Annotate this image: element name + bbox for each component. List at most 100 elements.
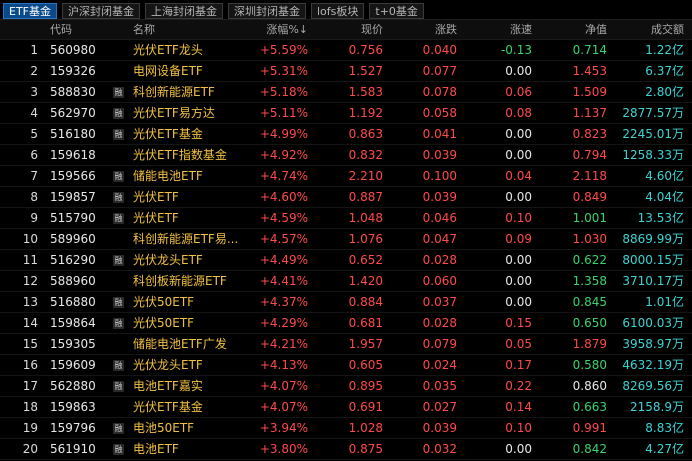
price: 0.681: [348, 316, 383, 330]
speed: 0.08: [505, 106, 532, 120]
fund-code: 515790: [50, 211, 96, 225]
change: 0.079: [422, 337, 457, 351]
fund-code: 159857: [50, 190, 96, 204]
table-row[interactable]: 5 516180 光伏ETF基金 +4.99% 0.863 0.041 0.00 0.823 2…: [0, 124, 692, 145]
volume: 4.27亿: [645, 442, 684, 456]
price: 0.691: [348, 400, 383, 414]
nav: 0.650: [572, 316, 607, 330]
table-row[interactable]: 1 560980 光伏ETF龙头 +5.59% 0.756 0.040 -0.13 0.714…: [0, 40, 692, 61]
table-row[interactable]: 15 159305 储能电池ETF广发 +4.21% 1.957 0.079 0.05 1.8…: [0, 334, 692, 355]
row-index: 20: [22, 442, 38, 456]
price: 0.895: [348, 379, 383, 393]
row-index: 14: [22, 316, 38, 330]
row-index: 8: [30, 190, 38, 204]
fund-code: 589960: [50, 232, 96, 246]
volume: 6.37亿: [645, 64, 684, 78]
header-code[interactable]: 代码: [50, 20, 72, 39]
fund-code: 159609: [50, 358, 96, 372]
table-row[interactable]: 6 159618 光伏ETF指数基金 +4.92% 0.832 0.039 0.00 0.79…: [0, 145, 692, 166]
change-pct: +5.18%: [259, 85, 308, 99]
row-index: 17: [22, 379, 38, 393]
header-change-pct[interactable]: 涨幅%↓: [240, 20, 308, 39]
table-row[interactable]: 17 562880 电池ETF嘉实 +4.07% 0.895 0.035 0.22 0.860…: [0, 376, 692, 397]
header-name[interactable]: 名称: [133, 20, 155, 39]
change: 0.035: [422, 379, 457, 393]
volume: 3958.97万: [622, 337, 684, 351]
nav: 2.118: [572, 169, 607, 183]
volume: 3710.17万: [622, 274, 684, 288]
table-row[interactable]: 12 588960 科创板新能源ETF +4.41% 1.420 0.060 0.00 1.3…: [0, 271, 692, 292]
nav: 0.714: [572, 43, 607, 57]
fund-code: 588960: [50, 274, 96, 288]
price: 0.756: [348, 43, 383, 57]
change-pct: +4.07%: [259, 379, 308, 393]
volume: 8269.56万: [622, 379, 684, 393]
speed: 0.00: [505, 64, 532, 78]
change-pct: +4.37%: [259, 295, 308, 309]
table-row[interactable]: 7 159566 储能电池ETF +4.74% 2.210 0.100 0.04 2.118 4…: [0, 166, 692, 187]
fund-code: 159796: [50, 421, 96, 435]
table-row[interactable]: 11 516290 光伏龙头ETF +4.49% 0.652 0.028 0.00 0.622…: [0, 250, 692, 271]
change: 0.039: [422, 148, 457, 162]
price: 1.420: [348, 274, 383, 288]
nav: 0.991: [572, 421, 607, 435]
margin-badge: 融: [113, 87, 124, 98]
volume: 4.04亿: [645, 190, 684, 204]
table-row[interactable]: 8 159857 光伏ETF +4.60% 0.887 0.039 0.00 0.849 4.0…: [0, 187, 692, 208]
margin-badge: 融: [113, 108, 124, 119]
table-row[interactable]: 16 159609 光伏龙头ETF +4.13% 0.605 0.024 0.17 0.580…: [0, 355, 692, 376]
fund-code: 159305: [50, 337, 96, 351]
header-speed[interactable]: 涨速: [460, 20, 532, 39]
fund-code: 516880: [50, 295, 96, 309]
table-row[interactable]: 13 516880 光伏50ETF +4.37% 0.884 0.037 0.00 0.845…: [0, 292, 692, 313]
price: 0.887: [348, 190, 383, 204]
volume: 1.22亿: [645, 43, 684, 57]
header-volume[interactable]: 成交额: [610, 20, 684, 39]
tab-2[interactable]: 上海封闭基金: [145, 3, 223, 19]
row-index: 9: [30, 211, 38, 225]
change-pct: +4.60%: [259, 190, 308, 204]
table-row[interactable]: 4 562970 光伏ETF易方达 +5.11% 1.192 0.058 0.08 1.137…: [0, 103, 692, 124]
row-index: 6: [30, 148, 38, 162]
volume: 4.60亿: [645, 169, 684, 183]
row-index: 1: [30, 43, 38, 57]
change: 0.041: [422, 127, 457, 141]
header-change[interactable]: 涨跌: [390, 20, 457, 39]
tab-0[interactable]: ETF基金: [3, 3, 57, 19]
nav: 0.663: [572, 400, 607, 414]
table-row[interactable]: 10 589960 科创新能源ETF易... +4.57% 1.076 0.047 0.09…: [0, 229, 692, 250]
tab-1[interactable]: 沪深封闭基金: [62, 3, 140, 19]
change-pct: +4.92%: [259, 148, 308, 162]
table-row[interactable]: 9 515790 光伏ETF +4.59% 1.048 0.046 0.10 1.001 13.…: [0, 208, 692, 229]
table-row[interactable]: 18 159863 光伏ETF基金 +4.07% 0.691 0.027 0.14 0.663…: [0, 397, 692, 418]
price: 1.527: [348, 64, 383, 78]
tab-5[interactable]: t+0基金: [369, 3, 424, 19]
row-index: 3: [30, 85, 38, 99]
table-row[interactable]: 2 159326 电网设备ETF +5.31% 1.527 0.077 0.00 1.453 6…: [0, 61, 692, 82]
table-row[interactable]: 14 159864 光伏50ETF +4.29% 0.681 0.028 0.15 0.650…: [0, 313, 692, 334]
speed: 0.00: [505, 274, 532, 288]
change-pct: +4.07%: [259, 400, 308, 414]
margin-badge: 融: [113, 192, 124, 203]
nav: 0.580: [572, 358, 607, 372]
change-pct: +4.49%: [259, 253, 308, 267]
price: 1.028: [348, 421, 383, 435]
change-pct: +4.41%: [259, 274, 308, 288]
volume: 2158.9万: [630, 400, 684, 414]
tab-3[interactable]: 深圳封闭基金: [228, 3, 306, 19]
change-pct: +3.94%: [259, 421, 308, 435]
speed: 0.17: [505, 358, 532, 372]
table-row[interactable]: 20 561910 电池ETF +3.80% 0.875 0.032 0.00 0.842 4.…: [0, 439, 692, 460]
nav: 1.509: [572, 85, 607, 99]
table-row[interactable]: 19 159796 电池50ETF +3.94% 1.028 0.039 0.10 0.991…: [0, 418, 692, 439]
volume: 1258.33万: [622, 148, 684, 162]
header-nav[interactable]: 净值: [540, 20, 607, 39]
fund-code: 159864: [50, 316, 96, 330]
header-price[interactable]: 现价: [310, 20, 383, 39]
speed: 0.00: [505, 295, 532, 309]
row-index: 13: [22, 295, 38, 309]
nav: 0.842: [572, 442, 607, 456]
change-pct: +5.59%: [259, 43, 308, 57]
tab-4[interactable]: lofs板块: [311, 3, 365, 19]
table-row[interactable]: 3 588830 科创新能源ETF +5.18% 1.583 0.078 0.06 1.509…: [0, 82, 692, 103]
